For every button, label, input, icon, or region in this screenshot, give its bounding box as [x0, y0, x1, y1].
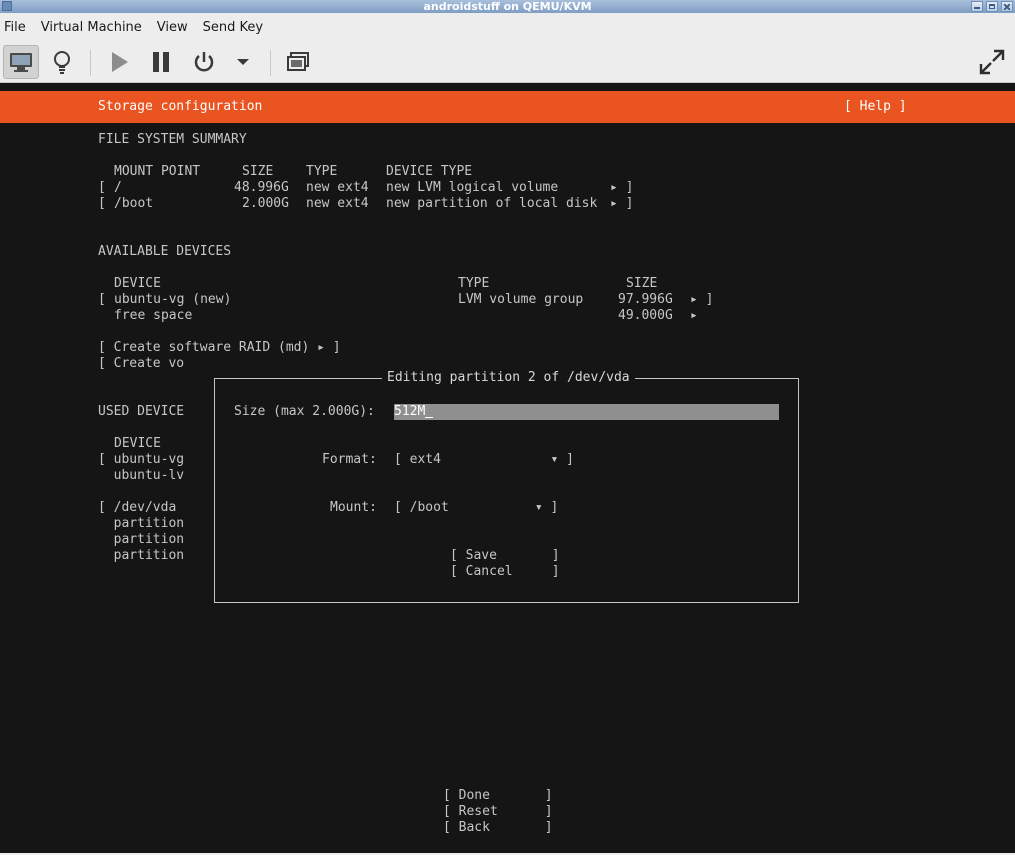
- page-title: Storage configuration: [98, 99, 263, 114]
- edit-partition-dialog: Editing partition 2 of /dev/vda Size (ma…: [214, 370, 799, 603]
- run-button[interactable]: [103, 45, 135, 79]
- col-type: TYPE: [306, 164, 338, 179]
- details-button[interactable]: [46, 45, 78, 79]
- toolbar: [0, 42, 1015, 83]
- row-bracket: [: [98, 196, 106, 211]
- col-size: SIZE: [626, 276, 658, 291]
- used-row-partition[interactable]: partition: [98, 516, 184, 532]
- size-input[interactable]: 512M: [394, 404, 779, 420]
- create-volume-group-button[interactable]: [ Create vo: [98, 356, 184, 372]
- app-icon: [2, 1, 12, 11]
- size-label: Size (max 2.000G):: [234, 404, 375, 419]
- menu-view[interactable]: View: [151, 20, 194, 35]
- snapshot-icon: [287, 52, 309, 71]
- col-device: DEVICE: [114, 436, 161, 451]
- menu-send-key[interactable]: Send Key: [197, 20, 269, 35]
- row-bracket: [: [98, 292, 106, 307]
- menu-virtual-machine[interactable]: Virtual Machine: [35, 20, 148, 35]
- col-device-type: DEVICE TYPE: [386, 164, 473, 179]
- used-row-ubuntu-vg[interactable]: [ ubuntu-vg: [98, 452, 184, 468]
- shutdown-menu-button[interactable]: [230, 45, 256, 79]
- format-select[interactable]: [ ext4 ▾ ]: [394, 452, 574, 468]
- reset-button[interactable]: [ Reset ]: [443, 804, 553, 820]
- device-size: 97.996G: [618, 292, 673, 307]
- device-name: free space: [114, 308, 193, 323]
- cancel-button[interactable]: [ Cancel ]: [450, 564, 560, 580]
- menu-bar: File Virtual Machine View Send Key: [0, 13, 1015, 42]
- console-view-button[interactable]: [3, 45, 39, 79]
- play-icon: [112, 52, 128, 72]
- available-devices-heading: AVAILABLE DEVICES: [98, 244, 232, 259]
- col-type: TYPE: [458, 276, 490, 291]
- bulb-icon: [54, 51, 70, 74]
- fs-summary-heading: FILE SYSTEM SUMMARY: [98, 132, 247, 147]
- create-raid-button[interactable]: [ Create software RAID (md) ▸ ]: [98, 340, 341, 356]
- size: 2.000G: [242, 196, 289, 211]
- mount-point: /boot: [114, 196, 154, 211]
- type: new ext4: [306, 180, 369, 195]
- used-row-dev-vda[interactable]: [ /dev/vda: [98, 500, 176, 516]
- mount-select[interactable]: [ /boot ▾ ]: [394, 500, 558, 516]
- used-devices-heading: USED DEVICE: [98, 404, 185, 419]
- device-type: LVM volume group: [458, 292, 584, 307]
- dialog-title: Editing partition 2 of /dev/vda: [382, 370, 635, 386]
- maximize-icon[interactable]: [986, 1, 998, 12]
- window-title: androidstuff on QEMU/KVM: [423, 0, 592, 13]
- close-icon[interactable]: [1001, 1, 1013, 12]
- col-mount-point: MOUNT POINT: [114, 164, 201, 179]
- installer-header: Storage configuration [ Help ]: [0, 91, 1015, 123]
- size: 48.996G: [234, 180, 289, 195]
- text-cursor: [425, 404, 434, 418]
- fullscreen-icon: [979, 49, 1005, 75]
- used-row-partition[interactable]: partition: [98, 548, 184, 564]
- help-button[interactable]: [ Help ]: [844, 99, 907, 115]
- snapshots-button[interactable]: [282, 45, 314, 79]
- row-bracket: [: [98, 180, 106, 195]
- save-button[interactable]: [ Save ]: [450, 548, 560, 564]
- window-title-bar: androidstuff on QEMU/KVM: [0, 0, 1015, 13]
- minimize-icon[interactable]: [971, 1, 983, 12]
- power-icon: [194, 52, 214, 72]
- row-menu-arrow[interactable]: ▸ ]: [610, 196, 633, 212]
- done-button[interactable]: [ Done ]: [443, 788, 553, 804]
- device-type: new partition of local disk: [386, 196, 598, 211]
- pause-icon: [153, 52, 169, 72]
- fullscreen-button[interactable]: [973, 45, 1011, 79]
- used-row-partition[interactable]: partition: [98, 532, 184, 548]
- shutdown-button[interactable]: [188, 45, 220, 79]
- mount-label: Mount:: [330, 500, 377, 515]
- pause-button[interactable]: [145, 45, 177, 79]
- device-size: 49.000G: [618, 308, 673, 323]
- device-name: ubuntu-vg (new): [114, 292, 232, 307]
- col-device: DEVICE: [114, 276, 161, 291]
- menu-file[interactable]: File: [0, 20, 32, 35]
- row-menu-arrow[interactable]: ▸ ]: [690, 292, 713, 308]
- used-row-ubuntu-lv[interactable]: ubuntu-lv: [98, 468, 184, 484]
- dropdown-icon: [237, 59, 249, 65]
- size-value: 512M: [394, 404, 426, 419]
- console-icon: [10, 53, 32, 72]
- type: new ext4: [306, 196, 369, 211]
- device-type: new LVM logical volume: [386, 180, 559, 195]
- row-menu-arrow[interactable]: ▸: [690, 308, 698, 324]
- guest-console[interactable]: Storage configuration [ Help ] FILE SYST…: [0, 83, 1015, 853]
- format-label: Format:: [322, 452, 377, 467]
- row-menu-arrow[interactable]: ▸ ]: [610, 180, 633, 196]
- col-size: SIZE: [242, 164, 274, 179]
- mount-point: /: [114, 180, 122, 195]
- back-button[interactable]: [ Back ]: [443, 820, 553, 836]
